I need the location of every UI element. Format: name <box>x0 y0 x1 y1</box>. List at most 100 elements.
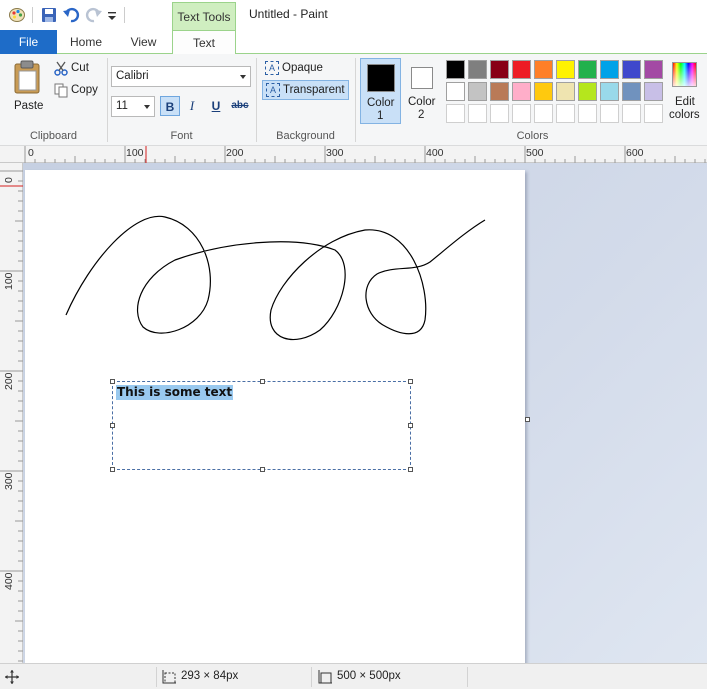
status-separator <box>311 667 312 687</box>
paint-app-icon[interactable] <box>8 6 26 24</box>
palette-swatch[interactable] <box>512 60 531 79</box>
ruler-label: 0 <box>28 147 34 159</box>
color1-button[interactable]: Color 1 <box>360 58 401 124</box>
font-family-value: Calibri <box>116 70 149 82</box>
palette-swatch[interactable] <box>512 82 531 101</box>
color2-swatch <box>411 67 433 89</box>
palette-swatch[interactable] <box>622 60 641 79</box>
palette-swatch[interactable] <box>578 60 597 79</box>
ribbon-tab-row: File Home View Text <box>0 30 707 55</box>
horizontal-ruler: 0 100 200 300 400 500 600 <box>23 146 707 163</box>
chevron-down-icon <box>240 75 246 79</box>
palette-empty-swatch[interactable] <box>622 104 641 123</box>
palette-swatch[interactable] <box>534 60 553 79</box>
palette-swatch[interactable] <box>600 60 619 79</box>
text-box-resize-handle[interactable] <box>110 379 115 384</box>
cut-button[interactable]: Cut <box>54 60 100 78</box>
palette-swatch[interactable] <box>622 82 641 101</box>
palette-swatch[interactable] <box>600 82 619 101</box>
ruler-label: 200 <box>226 147 244 159</box>
ruler-label: 100 <box>3 272 15 290</box>
palette-empty-swatch[interactable] <box>578 104 597 123</box>
status-separator <box>467 667 468 687</box>
strikethrough-button[interactable]: abc <box>229 96 251 116</box>
ruler-label: 600 <box>626 147 644 159</box>
image-size-icon <box>318 670 332 684</box>
palette-swatch[interactable] <box>446 60 465 79</box>
tab-text[interactable]: Text <box>172 30 236 55</box>
color2-button[interactable]: Color 2 <box>403 58 441 124</box>
transparent-button[interactable]: A Transparent <box>262 80 349 100</box>
title-bar: Text Tools Untitled - Paint <box>0 0 707 30</box>
palette-empty-swatch[interactable] <box>600 104 619 123</box>
text-input-box[interactable]: This is some text <box>112 381 411 470</box>
palette-empty-swatch[interactable] <box>446 104 465 123</box>
tab-view[interactable]: View <box>115 30 172 54</box>
palette-swatch[interactable] <box>468 82 487 101</box>
text-tools-context-label: Text Tools <box>172 2 236 30</box>
tab-home[interactable]: Home <box>57 30 115 54</box>
palette-swatch[interactable] <box>468 60 487 79</box>
image-size-text: 500 × 500px <box>337 670 401 682</box>
palette-swatch[interactable] <box>644 82 663 101</box>
ruler-label: 300 <box>326 147 344 159</box>
opaque-label: Opaque <box>282 62 323 74</box>
opaque-button[interactable]: A Opaque <box>262 59 342 79</box>
tab-file[interactable]: File <box>0 30 57 54</box>
palette-swatch[interactable] <box>644 60 663 79</box>
text-box-resize-handle[interactable] <box>408 467 413 472</box>
copy-label: Copy <box>71 84 98 96</box>
paste-label: Paste <box>14 100 44 112</box>
selection-size-icon <box>162 670 176 684</box>
text-box-resize-handle[interactable] <box>408 379 413 384</box>
text-box-resize-handle[interactable] <box>260 379 265 384</box>
text-box-resize-handle[interactable] <box>260 467 265 472</box>
text-box-resize-handle[interactable] <box>110 467 115 472</box>
palette-swatch[interactable] <box>556 60 575 79</box>
palette-swatch[interactable] <box>556 82 575 101</box>
copy-button[interactable]: Copy <box>54 82 100 100</box>
palette-swatch[interactable] <box>534 82 553 101</box>
ruler-label: 400 <box>3 572 15 590</box>
background-group-label: Background <box>276 130 335 142</box>
underline-button[interactable]: U <box>206 96 226 116</box>
font-size-select[interactable]: 11 <box>111 96 155 117</box>
text-box-resize-handle[interactable] <box>110 423 115 428</box>
undo-icon[interactable] <box>62 6 80 24</box>
palette-empty-swatch[interactable] <box>512 104 531 123</box>
palette-empty-swatch[interactable] <box>556 104 575 123</box>
ruler-label: 500 <box>526 147 544 159</box>
selection-size-text: 293 × 84px <box>181 670 239 682</box>
clipboard-group-label: Clipboard <box>29 130 78 142</box>
ruler-label: 400 <box>426 147 444 159</box>
transparent-background-icon: A <box>266 83 280 97</box>
color1-swatch <box>367 64 395 92</box>
edit-colors-label-line1: Edit <box>675 96 695 108</box>
font-size-value: 11 <box>116 100 128 112</box>
ruler-label: 100 <box>126 147 144 159</box>
palette-swatch[interactable] <box>446 82 465 101</box>
status-bar: 293 × 84px 500 × 500px <box>0 663 707 689</box>
palette-swatch[interactable] <box>578 82 597 101</box>
group-separator <box>355 58 356 142</box>
color1-label-line2: 1 <box>377 110 384 122</box>
bold-button[interactable]: B <box>160 96 180 116</box>
text-box-content[interactable]: This is some text <box>116 385 234 400</box>
save-icon[interactable] <box>40 6 58 24</box>
palette-empty-swatch[interactable] <box>644 104 663 123</box>
palette-empty-swatch[interactable] <box>468 104 487 123</box>
text-box-resize-handle[interactable] <box>408 423 413 428</box>
ruler-label: 200 <box>3 372 15 390</box>
canvas-resize-handle[interactable] <box>525 417 530 422</box>
palette-empty-swatch[interactable] <box>490 104 509 123</box>
qat-separator <box>32 7 33 23</box>
font-family-select[interactable]: Calibri <box>111 66 251 87</box>
palette-swatch[interactable] <box>490 82 509 101</box>
redo-icon[interactable] <box>85 6 103 24</box>
customize-qat-icon[interactable] <box>107 6 117 24</box>
paste-button[interactable]: Paste <box>6 58 48 118</box>
palette-empty-swatch[interactable] <box>534 104 553 123</box>
window-title: Untitled - Paint <box>249 7 328 21</box>
italic-button[interactable]: I <box>182 96 202 116</box>
palette-swatch[interactable] <box>490 60 509 79</box>
